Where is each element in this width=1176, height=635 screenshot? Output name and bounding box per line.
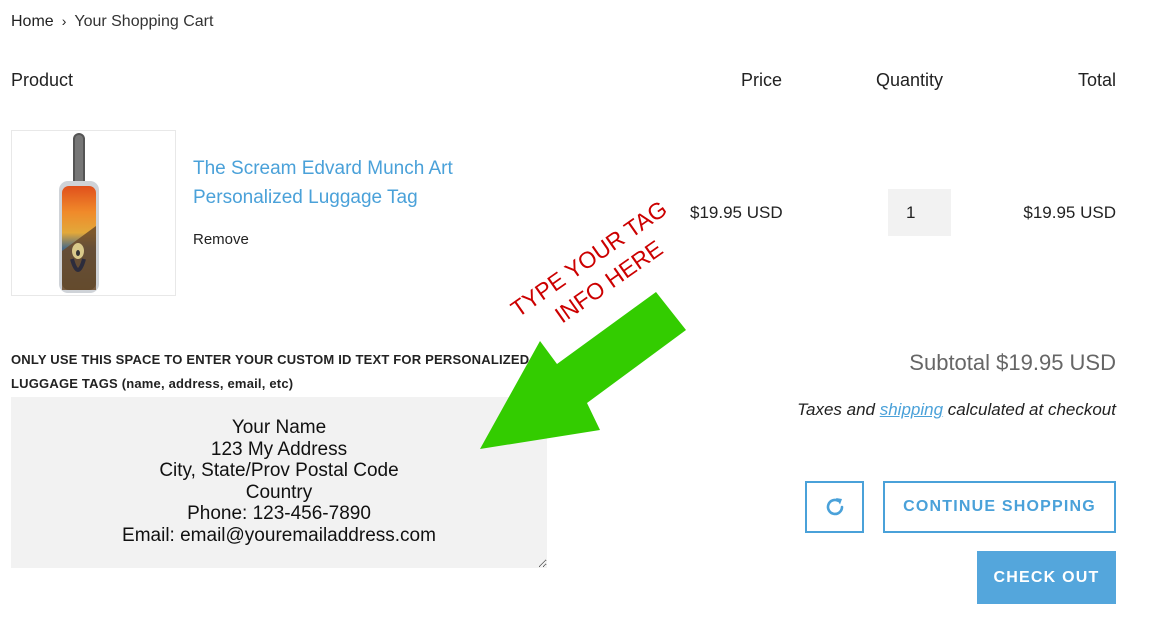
breadcrumb-home-link[interactable]: Home	[11, 13, 54, 30]
taxes-text-after: calculated at checkout	[943, 400, 1116, 419]
update-cart-button[interactable]	[805, 481, 864, 533]
custom-id-textarea[interactable]	[11, 397, 547, 568]
breadcrumb: Home › Your Shopping Cart	[11, 13, 213, 31]
column-header-product: Product	[11, 70, 74, 90]
column-header-price: Price	[741, 70, 783, 90]
item-price: $19.95 USD	[690, 203, 783, 222]
continue-shopping-button[interactable]: CONTINUE SHOPPING	[883, 481, 1116, 533]
note-label: ONLY USE THIS SPACE TO ENTER YOUR CUSTOM…	[11, 348, 551, 396]
column-header-total: Total	[1077, 70, 1116, 90]
product-thumbnail[interactable]	[11, 130, 176, 296]
checkout-button[interactable]: CHECK OUT	[977, 551, 1116, 604]
subtotal: Subtotal $19.95 USD	[909, 350, 1116, 375]
taxes-text-before: Taxes and	[797, 400, 880, 419]
shipping-link[interactable]: shipping	[880, 400, 943, 419]
note-label-lower: (name, address, email, etc)	[121, 376, 294, 391]
remove-item-button[interactable]: Remove	[193, 231, 249, 248]
breadcrumb-current: Your Shopping Cart	[74, 13, 214, 30]
taxes-note: Taxes and shipping calculated at checkou…	[797, 400, 1116, 420]
column-header-quantity: Quantity	[876, 70, 944, 90]
refresh-icon	[826, 498, 843, 516]
breadcrumb-separator: ›	[61, 13, 67, 29]
quantity-input[interactable]	[888, 189, 951, 236]
line-total: $19.95 USD	[1023, 203, 1116, 222]
luggage-tag-image	[59, 133, 99, 293]
annotation-line-2: INFO HERE	[550, 235, 667, 328]
annotation-line-1: TYPE YOUR TAG	[506, 195, 672, 322]
product-title-link[interactable]: The Scream Edvard Munch Art Personalized…	[193, 154, 493, 212]
